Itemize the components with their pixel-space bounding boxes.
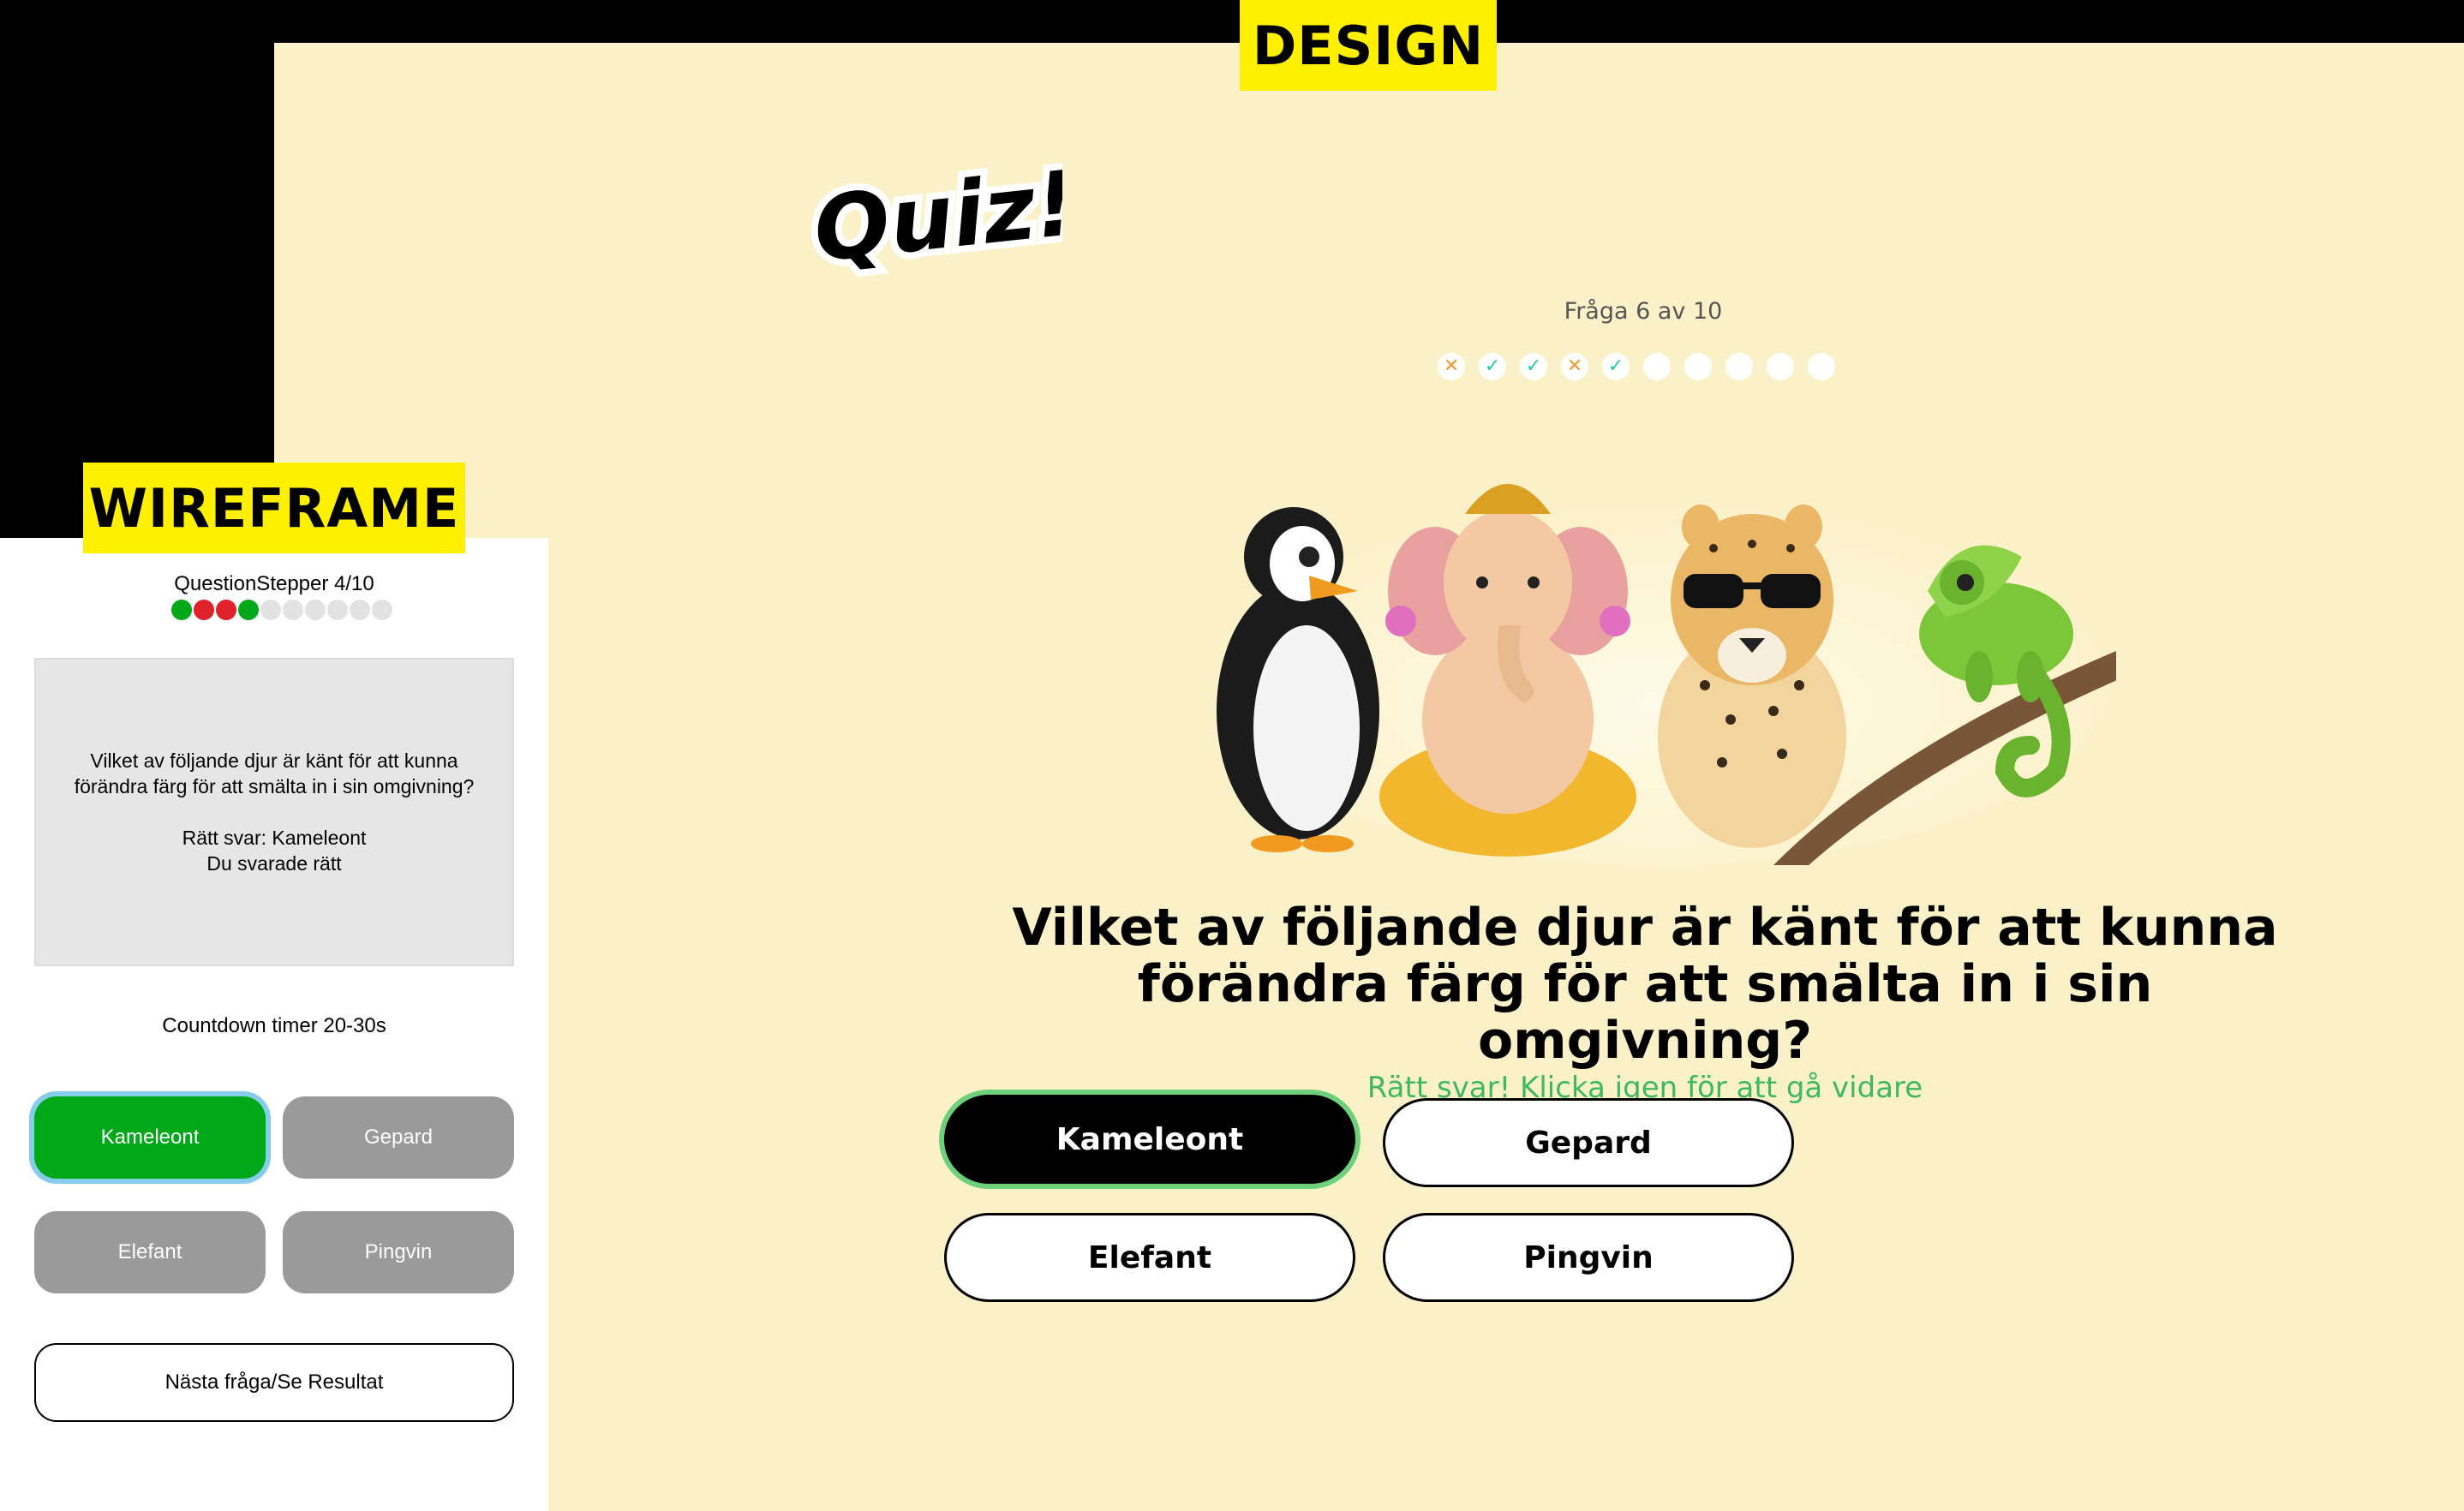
answer-elefant-button[interactable]: Elefant: [944, 1213, 1355, 1302]
step-correct-icon: ✓: [1479, 353, 1506, 380]
wireframe-step-dot: [327, 600, 348, 620]
wireframe-question-line2: förändra färg för att smälta in i sin om…: [74, 775, 475, 797]
wireframe-step-dot: [372, 600, 392, 620]
wireframe-answer-gepard-button[interactable]: Gepard: [283, 1096, 514, 1179]
wireframe-step-dot: [171, 600, 192, 620]
wireframe-answer-elefant-button[interactable]: Elefant: [34, 1211, 266, 1293]
design-panel: Quiz! Fråga 6 av 10 ✕ ✓ ✓ ✕ ✓ Vilket av …: [274, 43, 2464, 1511]
step-wrong-icon: ✕: [1438, 353, 1465, 380]
step-empty-icon: [1643, 353, 1671, 380]
step-empty-icon: [1684, 353, 1712, 380]
wireframe-step-dot: [194, 600, 214, 620]
wireframe-label: WIREFRAME: [83, 463, 465, 553]
wireframe-panel: QuestionStepper 4/10 Vilket av följande …: [0, 538, 548, 1511]
question-stepper: ✕ ✓ ✓ ✕ ✓: [1438, 353, 1835, 387]
wireframe-result: Du svarade rätt: [206, 852, 342, 875]
step-empty-icon: [1808, 353, 1835, 380]
wireframe-stepper: [171, 600, 392, 620]
wireframe-question-line1: Vilket av följande djur är känt för att …: [90, 750, 458, 772]
answer-pingvin-button[interactable]: Pingvin: [1383, 1213, 1794, 1302]
wireframe-question-card: Vilket av följande djur är känt för att …: [34, 658, 514, 966]
animals-illustration: [1217, 484, 2116, 865]
svg-text:Quiz!: Quiz!: [809, 154, 1062, 282]
question-text: Vilket av följande djur är känt för att …: [1012, 898, 2278, 1071]
wireframe-answer-pingvin-button[interactable]: Pingvin: [283, 1211, 514, 1293]
step-empty-icon: [1725, 353, 1753, 380]
wireframe-step-dot: [305, 600, 326, 620]
wireframe-step-dot: [260, 600, 281, 620]
answer-gepard-button[interactable]: Gepard: [1383, 1098, 1794, 1187]
question-stepper-label: Fråga 6 av 10: [1564, 298, 1723, 325]
next-question-button[interactable]: Nästa fråga/Se Resultat: [34, 1343, 514, 1422]
step-empty-icon: [1767, 353, 1794, 380]
step-wrong-icon: ✕: [1561, 353, 1588, 380]
wireframe-step-dot: [283, 600, 303, 620]
countdown-timer: Countdown timer 20-30s: [162, 1014, 386, 1037]
step-correct-icon: ✓: [1520, 353, 1547, 380]
wireframe-stepper-label: QuestionStepper 4/10: [174, 572, 374, 595]
wireframe-step-dot: [350, 600, 370, 620]
quiz-logo: Quiz!: [805, 154, 1062, 283]
wireframe-answer-kameleont-button[interactable]: Kameleont: [34, 1096, 266, 1179]
cheetah-icon: [1658, 505, 1846, 848]
wireframe-step-dot: [216, 600, 236, 620]
wireframe-correct-answer: Rätt svar: Kameleont: [182, 827, 367, 849]
step-correct-icon: ✓: [1602, 353, 1630, 380]
design-label: DESIGN: [1240, 0, 1497, 91]
answer-kameleont-button[interactable]: Kameleont: [944, 1095, 1355, 1184]
wireframe-step-dot: [238, 600, 259, 620]
